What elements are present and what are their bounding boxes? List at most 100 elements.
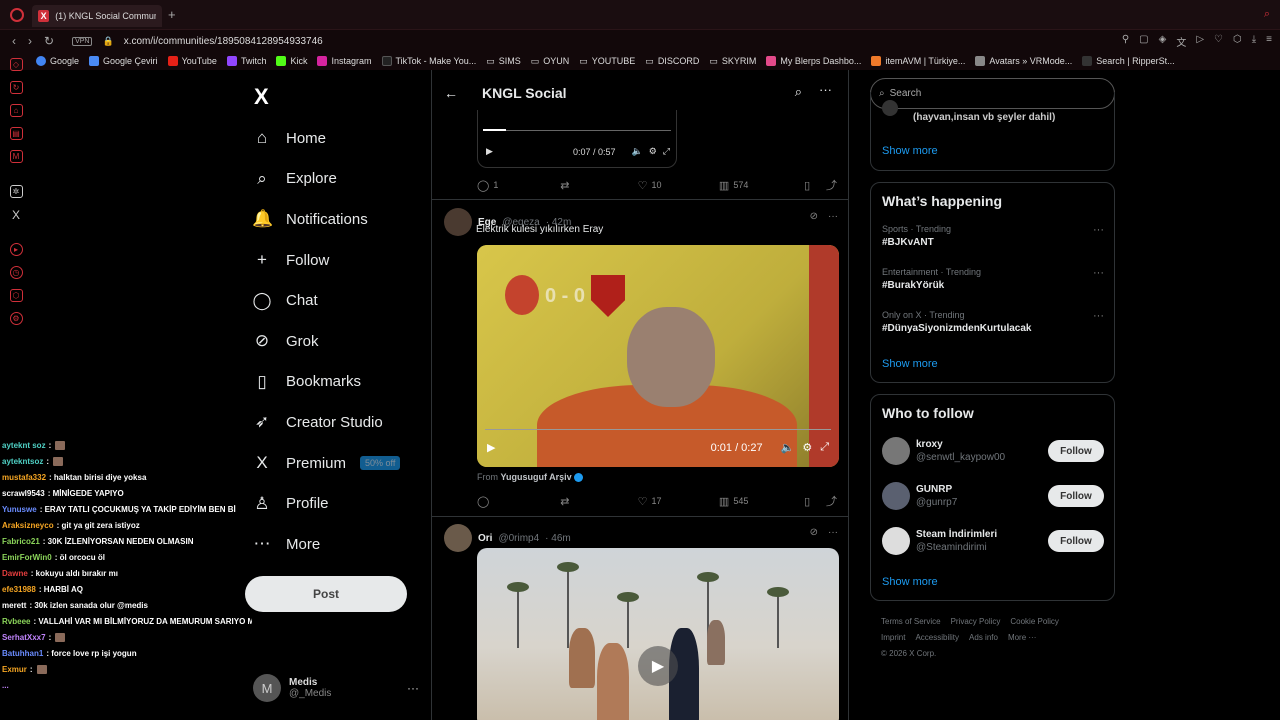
refresh-icon[interactable]: ↻ [9,81,23,94]
follow-suggestion[interactable]: Steam İndirimleri @Steamindirimi Follow [882,527,1104,555]
show-more-link[interactable]: Show more [882,145,938,157]
extensions-icon[interactable]: ⬡ [9,289,23,302]
play-icon[interactable]: ▶ [486,146,493,157]
account-switcher[interactable]: M Medis @_Medis ··· [253,674,419,702]
nav-item-follow[interactable]: + Follow [252,240,430,281]
nav-item-explore[interactable]: ⌕ Explore [252,159,430,200]
nav-item-chat[interactable]: ◯ Chat [252,280,430,321]
bookmark-item[interactable]: Twitch [226,56,266,66]
snapshot-icon[interactable]: ▢ [1139,34,1148,49]
more-icon[interactable]: ··· [1093,267,1104,279]
more-icon[interactable]: ··· [828,527,838,538]
video-player[interactable]: ▶ [477,548,839,720]
vpn-badge[interactable]: VPN [72,36,93,46]
footer-link[interactable]: Ads info [969,633,998,642]
follow-suggestion[interactable]: GUNRP @gunrp7 Follow [882,482,1104,510]
heart-icon[interactable]: ♡ [1214,34,1223,49]
avatar[interactable] [444,208,472,236]
more-icon[interactable]: ··· [1093,310,1104,322]
share-button[interactable]: ⤴ [826,493,837,509]
bookmark-item[interactable]: Google Çeviri [89,56,158,66]
shield-icon[interactable]: ◈ [1159,34,1167,49]
avatar[interactable] [444,524,472,552]
bookmark-item[interactable]: itemAVM | Türkiye... [871,56,965,66]
volume-icon[interactable]: 🔈 [632,146,643,157]
opera-logo-icon[interactable] [10,8,24,22]
views-button[interactable]: ▥ 574 [719,179,804,192]
tweet-author-name[interactable]: Ori [478,533,492,544]
bookmark-item[interactable]: Search | RipperSt... [1082,56,1175,66]
nav-item-more[interactable]: ⋯ More [252,524,430,565]
video-player[interactable]: 0 - 0 ▶ 0:01 / 0:27 🔈 ⚙ ⤢ [477,245,839,467]
follow-button[interactable]: Follow [1048,485,1104,507]
mail-icon[interactable]: M [9,150,23,163]
translate-icon[interactable]: 文 [1176,34,1186,49]
post-button[interactable]: Post [245,576,407,612]
play-icon[interactable]: ▷ [1196,34,1204,49]
show-more-link[interactable]: Show more [882,576,938,588]
nav-item-premium[interactable]: X Premium 50% off [252,443,430,484]
bookmark-folder[interactable]: ▭ DISCORD [645,56,699,67]
settings-icon[interactable]: ⚙ [649,146,657,157]
footer-link[interactable]: Terms of Service [881,617,941,626]
trend-item[interactable]: Only on X · Trending #DünyaSiyonizmdenKu… [882,310,1104,334]
bookmark-folder[interactable]: ▭ SIMS [486,56,521,67]
video-source[interactable]: From Yugusuguf Arşiv [477,472,584,483]
new-tab-icon[interactable]: + [168,7,176,22]
url-field[interactable]: x.com/i/communities/1895084128954933746 [124,36,323,47]
menu-icon[interactable]: ≡ [1266,34,1272,49]
more-icon[interactable]: ··· [1093,224,1104,236]
nav-item-profile[interactable]: ♙ Profile [252,483,430,524]
play-icon[interactable]: ▶ [487,441,495,454]
tab-search-icon[interactable]: ⌕ [1264,8,1270,21]
back-icon[interactable]: ‹ [12,34,16,48]
download-icon[interactable]: ⤓ [1252,34,1256,49]
footer-link[interactable]: Privacy Policy [951,617,1001,626]
bookmark-item[interactable]: Kick [276,56,307,66]
tweet-author-handle[interactable]: @0rimp4 [498,533,539,544]
bookmark-item[interactable]: My Blerps Dashbo... [766,56,861,66]
follow-button[interactable]: Follow [1048,530,1104,552]
bookmark-item[interactable]: Avatars » VRMode... [975,56,1072,66]
reload-icon[interactable]: ↻ [44,34,54,48]
video-progress[interactable] [485,429,831,430]
follow-button[interactable]: Follow [1048,440,1104,462]
reply-button[interactable]: ◯ 1 [477,179,560,192]
grok-icon[interactable]: ⊘ [810,527,818,538]
history-icon[interactable]: ◷ [9,266,23,279]
trend-item[interactable]: Entertainment · Trending #BurakYörük ··· [882,267,1104,291]
settings-icon[interactable]: ⚙ [9,312,23,325]
browser-tab[interactable]: X (1) KNGL Social Communit [32,5,162,27]
show-more-link[interactable]: Show more [882,358,938,370]
play-icon[interactable]: ▶ [638,646,678,686]
more-icon[interactable]: ··· [828,211,838,222]
footer-link[interactable]: More ··· [1008,633,1036,642]
chatgpt-icon[interactable]: ✲ [9,185,23,198]
nav-item-home[interactable]: ⌂ Home [252,118,430,159]
bookmark-button[interactable]: ▯ [804,179,826,192]
bookmark-folder[interactable]: ▭ SKYRIM [709,56,756,67]
footer-link[interactable]: Imprint [881,633,905,642]
twitch-icon[interactable]: ▤ [9,127,23,140]
bookmark-item[interactable]: YouTube [167,56,217,66]
footer-link[interactable]: Accessibility [915,633,959,642]
reply-button[interactable]: ◯ [477,495,560,508]
video-progress[interactable] [483,129,671,131]
share-button[interactable]: ⤴ [826,177,837,193]
lock-icon[interactable]: 🔒 [102,36,113,47]
nav-item-creator-studio[interactable]: ➶ Creator Studio [252,402,430,443]
bookmark-button[interactable]: ▯ [804,495,826,508]
more-icon[interactable]: ··· [819,82,832,97]
nav-item-grok[interactable]: ⊘ Grok [252,321,430,362]
footer-link[interactable]: Cookie Policy [1010,617,1058,626]
nav-item-bookmarks[interactable]: ▯ Bookmarks [252,362,430,403]
bookmark-item[interactable]: TikTok - Make You... [381,56,476,66]
pin-icon[interactable]: ⚲ [1122,34,1129,49]
nav-item-notifications[interactable]: 🔔 Notifications [252,199,430,240]
player-icon[interactable]: ▸ [9,243,23,256]
follow-suggestion[interactable]: kroxy @senwtl_kaypow00 Follow [882,437,1104,465]
bookmark-item[interactable]: Google [36,56,79,66]
grok-icon[interactable]: ⊘ [810,211,818,222]
settings-icon[interactable]: ⚙ [802,441,812,454]
fullscreen-icon[interactable]: ⤢ [820,441,829,454]
